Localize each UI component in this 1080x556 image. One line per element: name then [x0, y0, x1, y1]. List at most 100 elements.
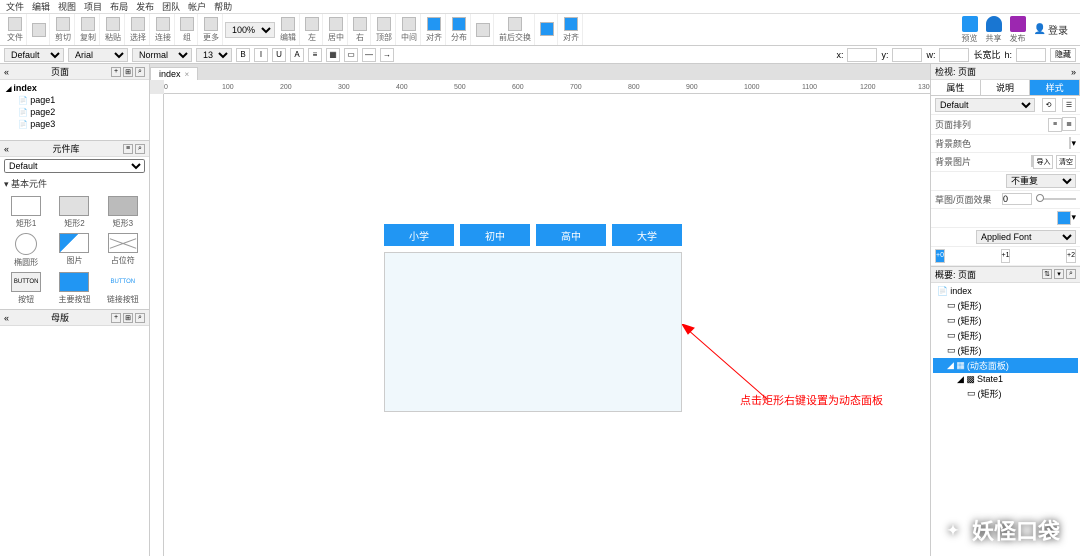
preview-button[interactable]: 预览 [962, 16, 978, 44]
zoom-select[interactable]: 100% [225, 22, 275, 38]
widget-lib-select[interactable]: Default [4, 159, 145, 173]
outline-rect[interactable]: ▭ (矩形) [933, 343, 1078, 358]
close-tab-icon[interactable]: × [185, 70, 190, 79]
design-tab-3[interactable]: 高中 [536, 224, 606, 246]
menu-project[interactable]: 项目 [84, 0, 102, 13]
outline-search-icon[interactable]: ⌕ [1066, 269, 1076, 279]
x-input[interactable] [847, 48, 877, 62]
master-folder-icon[interactable]: ⊞ [123, 313, 133, 323]
widget-link-button[interactable]: BUTTON链接按钮 [101, 272, 145, 305]
fill-button[interactable]: ▦ [326, 48, 340, 62]
menu-publish[interactable]: 发布 [136, 0, 154, 13]
tool-align-left[interactable]: 编辑 [277, 14, 300, 45]
import-button[interactable]: 导入 [1033, 155, 1053, 169]
outline-state[interactable]: ◢ ▩ State1 [933, 373, 1078, 386]
sketch-slider[interactable] [1036, 198, 1076, 200]
clear-button[interactable]: 清空 [1056, 155, 1076, 169]
bold-button[interactable]: B [236, 48, 250, 62]
publish-button[interactable]: 发布 [1010, 16, 1026, 44]
tool-open[interactable] [29, 14, 50, 45]
align-left-button[interactable]: ≡ [1048, 118, 1062, 132]
tool-back[interactable]: 对齐 [560, 14, 583, 45]
applied-font-select[interactable]: Applied Font [976, 230, 1076, 244]
design-tab-2[interactable]: 初中 [460, 224, 530, 246]
bg-color-swatch[interactable] [1069, 137, 1071, 149]
style-add-button[interactable]: ☰ [1062, 98, 1076, 112]
outline-page[interactable]: 📄 index [933, 285, 1078, 298]
tool-front[interactable] [537, 14, 558, 45]
outline-sort-icon[interactable]: ⇅ [1042, 269, 1052, 279]
font-select[interactable]: Arial [68, 48, 128, 62]
widget-image[interactable]: 图片 [52, 233, 96, 268]
tab-style[interactable]: 样式 [1030, 80, 1080, 95]
add-master-icon[interactable]: + [111, 313, 121, 323]
tab-notes[interactable]: 说明 [981, 80, 1031, 95]
style-name-select[interactable]: Default [935, 98, 1035, 112]
widget-rect1[interactable]: 矩形1 [4, 196, 48, 229]
widget-ellipse[interactable]: 椭圆形 [4, 233, 48, 268]
tool-new[interactable]: 文件 [4, 14, 27, 45]
add-folder-icon[interactable]: ⊞ [123, 67, 133, 77]
canvas[interactable]: 小学 初中 高中 大学 点击矩形右键设置为动态面板 [164, 94, 930, 556]
menu-file[interactable]: 文件 [6, 0, 24, 13]
tool-paste[interactable]: 粘贴 [102, 14, 125, 45]
repeat-select[interactable]: 不重复 [1006, 174, 1076, 188]
tool-connect[interactable]: 连接 [152, 14, 175, 45]
menu-account[interactable]: 帐户 [188, 0, 206, 13]
w-input[interactable] [939, 48, 969, 62]
spacing-1-button[interactable]: +1 [1001, 249, 1011, 263]
widget-rect3[interactable]: 矩形3 [101, 196, 145, 229]
design-tab-4[interactable]: 大学 [612, 224, 682, 246]
menu-edit[interactable]: 编辑 [32, 0, 50, 13]
tool-distribute-h[interactable]: 对齐 [423, 14, 446, 45]
widget-menu-icon[interactable]: ≡ [123, 144, 133, 154]
tool-align-middle[interactable]: 顶部 [373, 14, 396, 45]
spacing-2-button[interactable]: +2 [1066, 249, 1076, 263]
style-update-button[interactable]: ⟲ [1042, 98, 1056, 112]
page-root[interactable]: index [2, 82, 147, 94]
outline-rect[interactable]: ▭ (矩形) [933, 386, 1078, 401]
widget-search-icon[interactable]: ⌕ [135, 144, 145, 154]
widget-primary-button[interactable]: 主要按钮 [52, 272, 96, 305]
collapse-right-icon[interactable]: » [1071, 67, 1076, 77]
widget-rect2[interactable]: 矩形2 [52, 196, 96, 229]
menu-team[interactable]: 团队 [162, 0, 180, 13]
design-tab-1[interactable]: 小学 [384, 224, 454, 246]
italic-button[interactable]: I [254, 48, 268, 62]
border-button[interactable]: ▭ [344, 48, 358, 62]
tool-lock[interactable] [473, 14, 494, 45]
style-select[interactable]: Default [4, 48, 64, 62]
page-item[interactable]: page2 [2, 106, 147, 118]
outline-dynamic-panel[interactable]: ◢ ▦ (动态面板) [933, 358, 1078, 373]
tool-swap[interactable]: 前后交换 [496, 14, 535, 45]
widget-placeholder[interactable]: 占位符 [101, 233, 145, 268]
line-button[interactable]: — [362, 48, 376, 62]
tool-align-right[interactable]: 居中 [325, 14, 348, 45]
tool-distribute-v[interactable]: 分布 [448, 14, 471, 45]
size-select[interactable]: 13 [196, 48, 232, 62]
color-button[interactable]: A [290, 48, 304, 62]
menu-view[interactable]: 视图 [58, 0, 76, 13]
tab-properties[interactable]: 属性 [931, 80, 981, 95]
tool-copy[interactable]: 复制 [77, 14, 100, 45]
tool-cut[interactable]: 剪切 [52, 14, 75, 45]
outline-filter-icon[interactable]: ▾ [1054, 269, 1064, 279]
collapse-widgets-icon[interactable]: « [4, 144, 9, 154]
tool-align-center[interactable]: 左 [302, 14, 323, 45]
align-center-button[interactable]: ≣ [1062, 117, 1076, 131]
menu-layout[interactable]: 布局 [110, 0, 128, 13]
widget-button[interactable]: BUTTON按钮 [4, 272, 48, 305]
page-item[interactable]: page3 [2, 118, 147, 130]
tool-align-top[interactable]: 右 [350, 14, 371, 45]
share-button[interactable]: 共享 [986, 16, 1002, 44]
weight-select[interactable]: Normal [132, 48, 192, 62]
sketch-color-swatch[interactable] [1057, 211, 1071, 225]
tool-more[interactable]: 更多 [200, 14, 223, 45]
tool-select[interactable]: 选择 [127, 14, 150, 45]
collapse-icon[interactable]: « [4, 67, 9, 77]
outline-rect[interactable]: ▭ (矩形) [933, 298, 1078, 313]
design-dynamic-panel[interactable] [384, 252, 682, 412]
outline-rect[interactable]: ▭ (矩形) [933, 328, 1078, 343]
tool-align-bottom[interactable]: 中间 [398, 14, 421, 45]
menu-help[interactable]: 帮助 [214, 0, 232, 13]
